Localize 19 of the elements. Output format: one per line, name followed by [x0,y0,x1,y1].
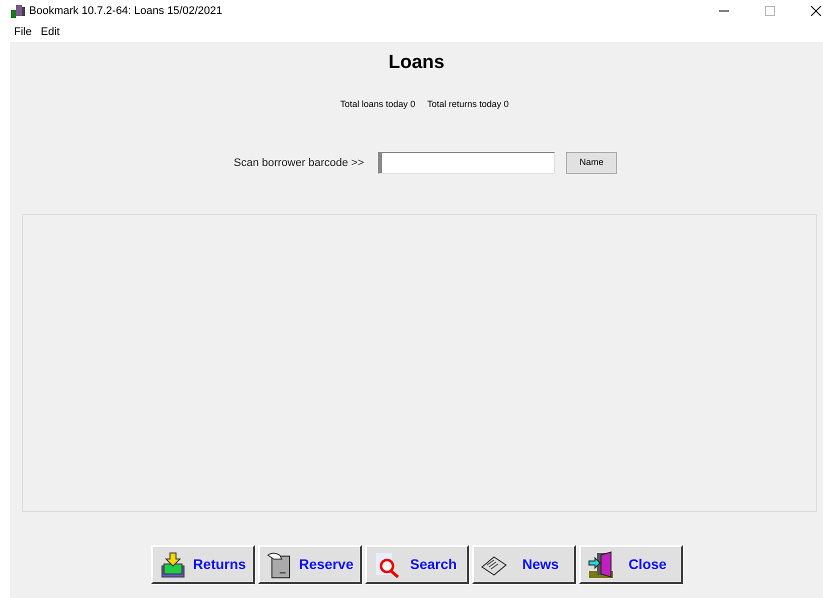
window-title: Bookmark 10.7.2-64: Loans 15/02/2021 [29,4,222,19]
total-label: Total returns today 0 [427,98,509,111]
document-hand-icon [266,550,293,578]
toolbar-button[interactable]: Close [578,545,682,584]
close-icon[interactable] [811,6,821,16]
name-button[interactable]: Name [566,152,617,174]
toolbar-button[interactable]: News [472,545,576,584]
menu-item[interactable]: File [14,24,32,40]
toolbar-button[interactable]: Reserve [258,545,362,584]
toolbar-button[interactable]: Search [364,545,468,584]
barcode-field[interactable] [378,152,555,174]
toolbar-button[interactable]: Returns [150,545,254,584]
page-heading: Loans [388,51,444,75]
total-label: Total loans today 0 [340,98,416,111]
field-label: Scan borrower barcode >> [232,156,364,171]
app-icon [10,3,26,19]
menu-item[interactable]: Edit [40,24,60,40]
inbox-icon [158,550,186,578]
door-icon [586,550,614,578]
